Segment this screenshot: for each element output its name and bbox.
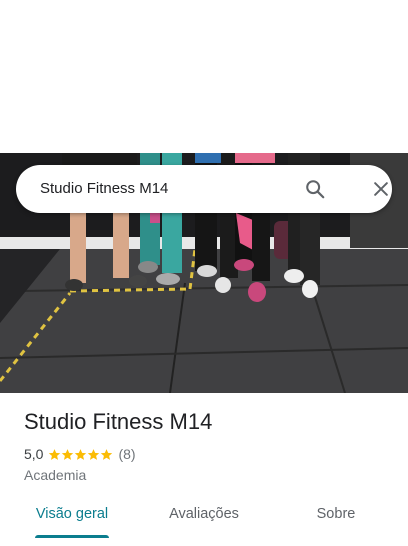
place-tabs: Visão geral Avaliações Sobre — [0, 496, 408, 536]
star-icon — [75, 448, 87, 460]
rating-row[interactable]: 5,0 (8) — [24, 444, 136, 464]
review-count[interactable]: (8) — [118, 446, 135, 462]
tab-reviews[interactable]: Avaliações — [156, 496, 252, 534]
search-icon[interactable] — [303, 177, 327, 201]
rating-stars — [48, 448, 113, 461]
star-icon — [49, 448, 61, 460]
search-input[interactable]: Studio Fitness M14 — [40, 165, 168, 213]
star-icon — [88, 448, 100, 460]
search-bar[interactable]: Studio Fitness M14 — [16, 165, 392, 213]
star-icon — [101, 448, 113, 460]
active-tab-indicator — [35, 535, 109, 538]
tab-about[interactable]: Sobre — [294, 496, 378, 534]
rating-value: 5,0 — [24, 446, 44, 462]
tab-overview[interactable]: Visão geral — [24, 496, 120, 534]
place-title: Studio Fitness M14 — [24, 409, 213, 434]
place-page: Studio Fitness M14 Studio Fitness M14 5,… — [0, 0, 408, 546]
close-icon[interactable] — [369, 177, 393, 201]
place-category: Academia — [24, 467, 87, 483]
star-icon — [62, 448, 74, 460]
